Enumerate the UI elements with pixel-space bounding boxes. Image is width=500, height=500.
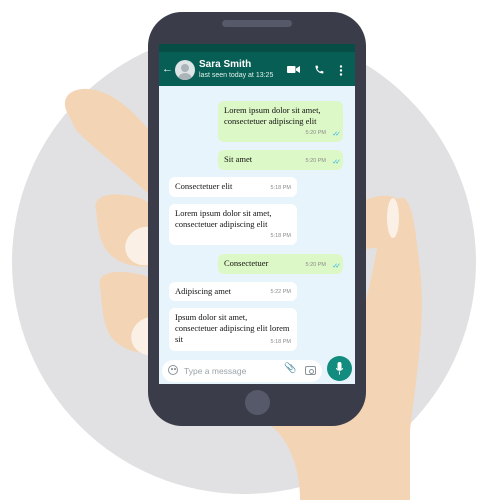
message-outgoing[interactable]: Lorem ipsum dolor sit amet, consectetuer… [218, 101, 343, 142]
message-incoming[interactable]: Lorem ipsum dolor sit amet, consectetuer… [169, 204, 297, 245]
message-time: 5:18 PM [270, 233, 291, 239]
mic-icon [336, 362, 343, 375]
phone-speaker [222, 20, 292, 27]
chat-header: ← Sara Smith last seen today at 13:25 [159, 44, 355, 86]
status-bar [159, 44, 355, 52]
message-input[interactable] [184, 364, 280, 378]
message-time: 5:18 PM [270, 339, 291, 345]
message-text: Lorem ipsum dolor sit amet, consectetuer… [175, 208, 272, 229]
message-composer: 📎 [162, 360, 322, 382]
message-outgoing[interactable]: Consectetuer 5:20 PM ✓✓ [218, 254, 343, 274]
message-outgoing[interactable]: Sit amet 5:20 PM ✓✓ [218, 150, 343, 170]
mic-button[interactable] [327, 356, 352, 381]
read-ticks-icon: ✓✓ [332, 130, 341, 138]
camera-icon[interactable] [305, 366, 316, 375]
last-seen-status: last seen today at 13:25 [199, 72, 274, 79]
message-incoming[interactable]: Adipiscing amet 5:22 PM [169, 282, 297, 301]
message-time: 5:20 PM [305, 262, 326, 268]
message-incoming[interactable]: Consectetuer elit 5:18 PM [169, 177, 297, 197]
message-time: 5:20 PM [305, 130, 326, 136]
message-time: 5:22 PM [270, 289, 291, 295]
back-arrow-icon[interactable]: ← [162, 64, 173, 75]
message-time: 5:20 PM [305, 158, 326, 164]
more-options-icon[interactable] [339, 65, 343, 76]
message-time: 5:18 PM [270, 185, 291, 191]
message-incoming[interactable]: Ipsum dolor sit amet, consectetuer adipi… [169, 308, 297, 351]
attach-icon[interactable]: 📎 [284, 363, 296, 374]
video-call-icon[interactable] [287, 65, 300, 74]
avatar[interactable] [175, 60, 195, 80]
contact-name[interactable]: Sara Smith [199, 59, 251, 70]
chat-screen: ← Sara Smith last seen today at 13:25 Lo… [159, 44, 355, 384]
emoji-icon[interactable] [168, 365, 178, 375]
message-text: Lorem ipsum dolor sit amet, consectetuer… [224, 105, 321, 126]
read-ticks-icon: ✓✓ [332, 158, 341, 166]
home-button[interactable] [245, 390, 270, 415]
phone-call-icon[interactable] [314, 65, 324, 75]
read-ticks-icon: ✓✓ [332, 262, 341, 270]
